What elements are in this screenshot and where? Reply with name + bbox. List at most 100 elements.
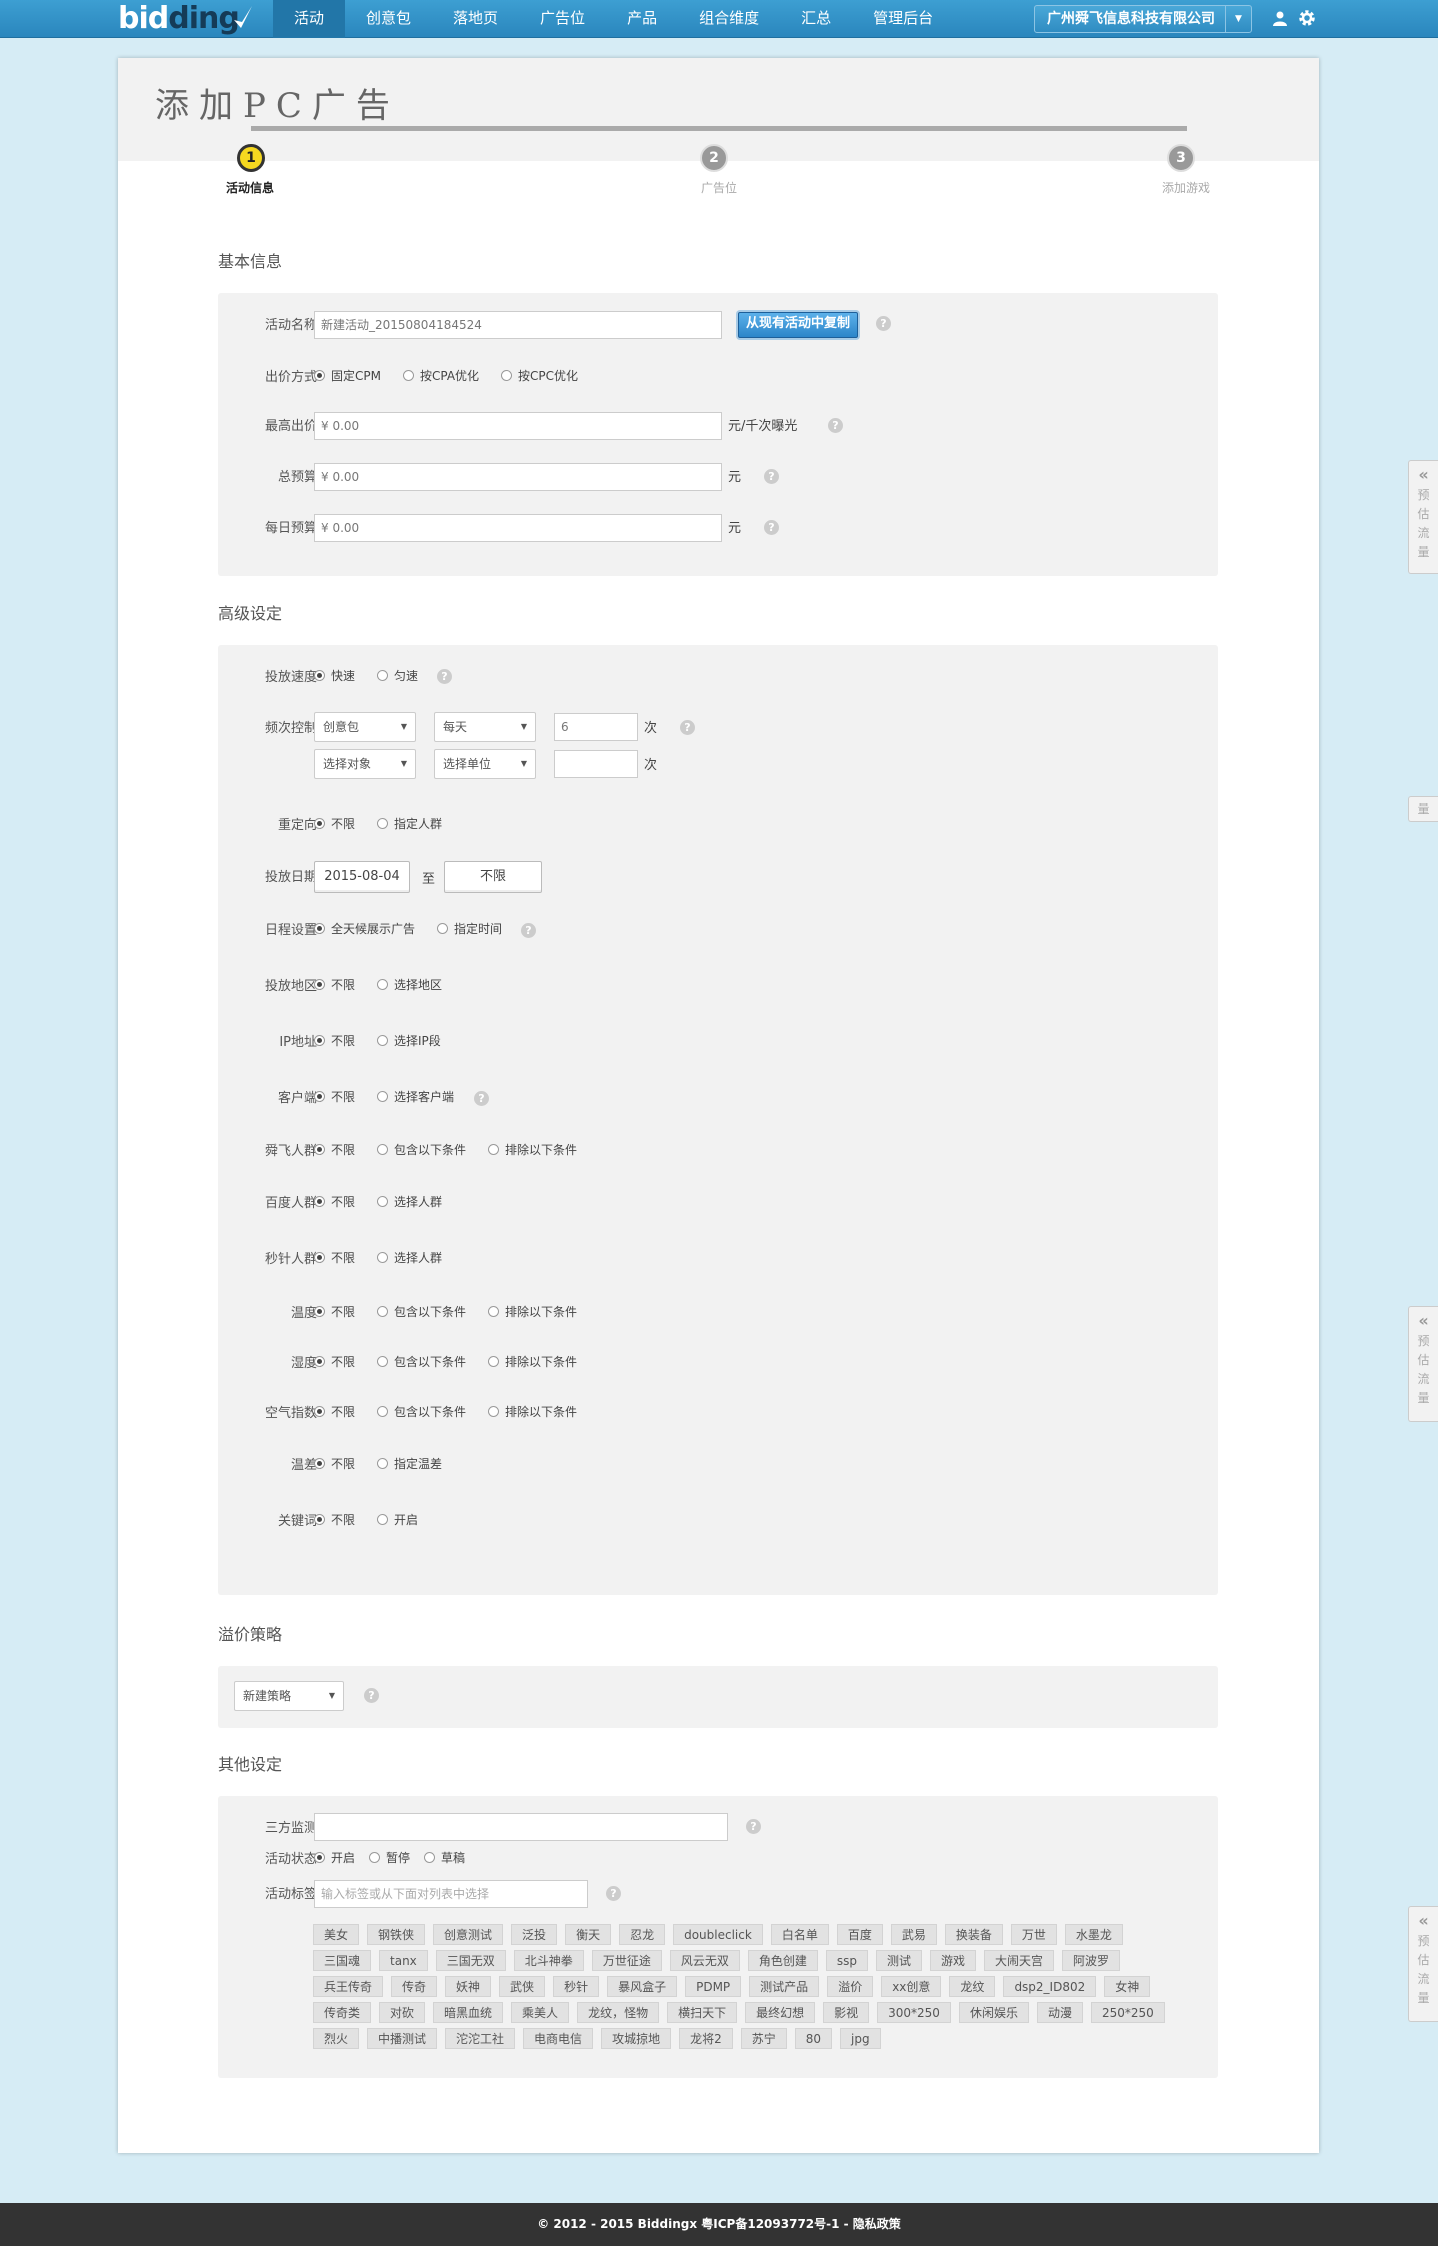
tag-chip[interactable]: 80: [794, 2028, 833, 2049]
tag-chip[interactable]: xx创意: [881, 1976, 942, 1997]
tag-chip[interactable]: 攻城掠地: [601, 2028, 672, 2049]
nav-item-summary[interactable]: 汇总: [780, 0, 852, 38]
tag-chip[interactable]: 暴风盒子: [607, 1976, 678, 1997]
radio-select-ip[interactable]: 选择IP段: [377, 1032, 441, 1049]
nav-item-adslot[interactable]: 广告位: [519, 0, 606, 38]
radio-dot[interactable]: [377, 818, 389, 829]
tag-chip[interactable]: 泛投: [511, 1924, 558, 1945]
freq-target-select[interactable]: 创意包 ▼: [314, 712, 416, 742]
freq-period-select[interactable]: 每天 ▼: [434, 712, 536, 742]
radio-select-audience[interactable]: 选择人群: [377, 1193, 442, 1210]
tag-chip[interactable]: 龙将2: [679, 2028, 733, 2049]
radio-cpc[interactable]: 按CPC优化: [501, 367, 578, 384]
company-selector[interactable]: 广州舜飞信息科技有限公司 ▼: [1034, 5, 1252, 33]
tag-chip[interactable]: 休闲娱乐: [958, 2002, 1029, 2023]
tag-chip[interactable]: 动漫: [1036, 2002, 1083, 2023]
radio-dot[interactable]: [377, 1306, 389, 1317]
radio-exclude[interactable]: 排除以下条件: [488, 1141, 577, 1158]
tag-chip[interactable]: 创意测试: [433, 1924, 504, 1945]
radio-unlimited[interactable]: 不限: [314, 1032, 355, 1049]
radio-specify-temp-diff[interactable]: 指定温差: [377, 1455, 442, 1472]
radio-dot[interactable]: [314, 1406, 325, 1417]
gear-icon[interactable]: [1298, 9, 1316, 27]
tag-chip[interactable]: 溢价: [827, 1976, 874, 1997]
radio-dot[interactable]: [314, 1252, 325, 1263]
radio-dot[interactable]: [314, 670, 325, 681]
radio-exclude[interactable]: 排除以下条件: [488, 1303, 577, 1320]
tag-chip[interactable]: 女神: [1104, 1976, 1151, 1997]
tag-chip[interactable]: 角色创建: [747, 1950, 818, 1971]
radio-unlimited[interactable]: 不限: [314, 1249, 355, 1266]
freq-count-input[interactable]: 6: [554, 713, 638, 741]
tag-chip[interactable]: 测试产品: [749, 1976, 820, 1997]
campaign-name-input[interactable]: 新建活动_20150804184524: [314, 311, 722, 339]
radio-dot[interactable]: [501, 370, 513, 381]
tag-chip[interactable]: 乘美人: [511, 2002, 570, 2023]
tag-chip[interactable]: 烈火: [313, 2028, 360, 2049]
radio-unlimited[interactable]: 不限: [314, 815, 355, 832]
freq-count-input-2[interactable]: [554, 750, 638, 778]
help-icon[interactable]: ?: [606, 1886, 621, 1901]
tag-chip[interactable]: ssp: [825, 1950, 868, 1971]
tag-chip[interactable]: 沱沱工社: [445, 2028, 516, 2049]
radio-enable[interactable]: 开启: [377, 1511, 418, 1528]
radio-unlimited[interactable]: 不限: [314, 1455, 355, 1472]
radio-dot[interactable]: [314, 1852, 325, 1863]
sidebar-traffic-estimate-2[interactable]: « 预估流量: [1408, 1306, 1438, 1422]
radio-unlimited[interactable]: 不限: [314, 1353, 355, 1370]
tag-chip[interactable]: 美女: [313, 1924, 360, 1945]
radio-dot[interactable]: [377, 670, 389, 681]
tag-chip[interactable]: 龙纹: [949, 1976, 996, 1997]
tag-chip[interactable]: jpg: [840, 2028, 881, 2049]
radio-draft[interactable]: 草稿: [424, 1849, 465, 1866]
tag-chip[interactable]: doubleclick: [673, 1924, 763, 1945]
tags-input[interactable]: 输入标签或从下面对列表中选择: [314, 1880, 588, 1908]
radio-specify-time[interactable]: 指定时间: [437, 920, 502, 937]
radio-include[interactable]: 包含以下条件: [377, 1303, 466, 1320]
radio-paused[interactable]: 暂停: [369, 1849, 410, 1866]
tag-chip[interactable]: 电商电信: [523, 2028, 594, 2049]
radio-dot[interactable]: [488, 1356, 500, 1367]
tag-chip[interactable]: 300*250: [877, 2002, 951, 2023]
copy-from-existing-button[interactable]: 从现有活动中复制: [738, 312, 859, 338]
nav-item-campaign[interactable]: 活动: [273, 0, 346, 38]
tag-chip[interactable]: 衡天: [565, 1924, 612, 1945]
help-icon[interactable]: ?: [746, 1819, 761, 1834]
radio-dot[interactable]: [488, 1406, 500, 1417]
tag-chip[interactable]: 三国无双: [435, 1950, 506, 1971]
start-date-button[interactable]: 2015-08-04: [314, 861, 410, 893]
help-icon[interactable]: ?: [680, 720, 695, 735]
nav-item-admin[interactable]: 管理后台: [852, 0, 954, 38]
monitor-input[interactable]: [314, 1813, 728, 1841]
radio-dot[interactable]: [314, 979, 325, 990]
help-icon[interactable]: ?: [474, 1091, 489, 1106]
help-icon[interactable]: ?: [521, 923, 536, 938]
radio-select-client[interactable]: 选择客户端: [377, 1088, 454, 1105]
help-icon[interactable]: ?: [764, 520, 779, 535]
tag-chip[interactable]: 三国魂: [313, 1950, 372, 1971]
tag-chip[interactable]: 水墨龙: [1064, 1924, 1123, 1945]
radio-fast[interactable]: 快速: [314, 667, 355, 684]
radio-dot[interactable]: [377, 1514, 389, 1525]
tag-chip[interactable]: 武侠: [499, 1976, 546, 1997]
tag-chip[interactable]: 中播测试: [367, 2028, 438, 2049]
radio-include[interactable]: 包含以下条件: [377, 1353, 466, 1370]
tag-chip[interactable]: tanx: [379, 1950, 428, 1971]
radio-unlimited[interactable]: 不限: [314, 1088, 355, 1105]
radio-unlimited[interactable]: 不限: [314, 1193, 355, 1210]
tag-chip[interactable]: 忍龙: [619, 1924, 666, 1945]
tag-chip[interactable]: 暗黑血统: [433, 2002, 504, 2023]
nav-item-creative[interactable]: 创意包: [345, 0, 432, 38]
radio-dot[interactable]: [377, 1144, 389, 1155]
radio-exclude[interactable]: 排除以下条件: [488, 1353, 577, 1370]
help-icon[interactable]: ?: [364, 1688, 379, 1703]
help-icon[interactable]: ?: [764, 469, 779, 484]
radio-include[interactable]: 包含以下条件: [377, 1403, 466, 1420]
radio-dot[interactable]: [377, 1091, 389, 1102]
logo[interactable]: bidding: [118, 2, 252, 36]
radio-fixed-cpm[interactable]: 固定CPM: [314, 367, 381, 384]
tag-chip[interactable]: 万世征途: [591, 1950, 662, 1971]
tag-chip[interactable]: 横扫天下: [667, 2002, 738, 2023]
freq-object-select[interactable]: 选择对象 ▼: [314, 749, 416, 779]
radio-include[interactable]: 包含以下条件: [377, 1141, 466, 1158]
